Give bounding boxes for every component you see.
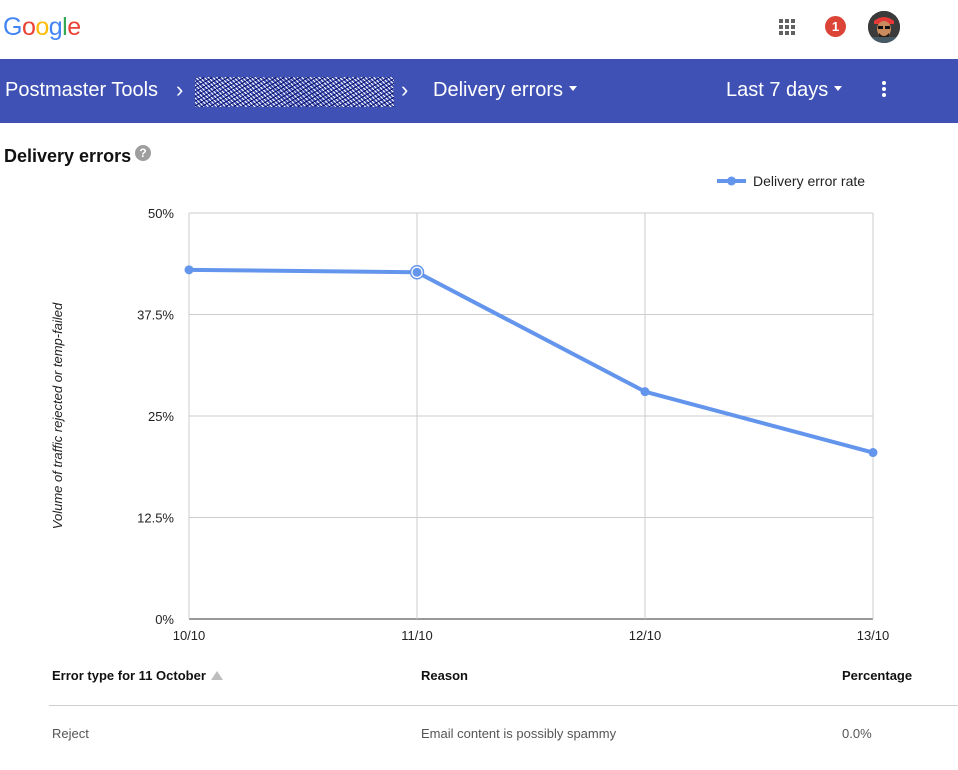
legend-label: Delivery error rate bbox=[753, 173, 865, 189]
x-tick-label: 11/10 bbox=[401, 628, 433, 643]
logo-letter: g bbox=[48, 13, 63, 41]
column-header-percentage[interactable]: Percentage bbox=[842, 668, 912, 683]
column-header-reason[interactable]: Reason bbox=[421, 668, 468, 683]
report-type-label: Delivery errors bbox=[433, 79, 564, 101]
x-tick-label: 13/10 bbox=[857, 628, 890, 643]
logo-letter: G bbox=[3, 13, 22, 41]
x-tick-label: 10/10 bbox=[173, 628, 206, 643]
date-range-label: Last 7 days bbox=[726, 79, 829, 101]
more-vert-icon[interactable] bbox=[880, 81, 888, 101]
domain-selector-redacted[interactable] bbox=[195, 77, 394, 107]
data-point bbox=[868, 448, 878, 458]
x-tick-label: 12/10 bbox=[629, 628, 662, 643]
cell-percentage: 0.0% bbox=[842, 726, 872, 741]
google-bar: Google 1 bbox=[0, 0, 958, 58]
dropdown-arrow-icon bbox=[834, 86, 843, 92]
logo-letter: e bbox=[67, 13, 81, 41]
notification-badge[interactable]: 1 bbox=[825, 16, 846, 37]
cell-error-type: Reject bbox=[52, 726, 89, 741]
y-tick-label: 50% bbox=[148, 206, 174, 221]
breadcrumb-chevron-icon: › bbox=[401, 77, 409, 102]
postmaster-nav-bar: Postmaster Tools › › Delivery errors Las… bbox=[0, 59, 958, 123]
app-title[interactable]: Postmaster Tools bbox=[5, 79, 158, 102]
avatar-image bbox=[868, 11, 900, 43]
logo-letter: o bbox=[21, 13, 36, 41]
google-logo[interactable]: Google bbox=[3, 13, 81, 42]
help-icon[interactable]: ? bbox=[135, 145, 151, 161]
sort-ascending-icon[interactable] bbox=[210, 671, 223, 681]
column-header-error-type[interactable]: Error type for 11 October bbox=[52, 668, 223, 683]
report-type-dropdown[interactable]: Delivery errors bbox=[433, 79, 578, 102]
y-tick-label: 12.5% bbox=[137, 511, 174, 526]
error-type-header-label: Error type for 11 October bbox=[52, 668, 206, 683]
y-axis-label: Volume of traffic rejected or temp-faile… bbox=[50, 302, 65, 529]
delivery-error-chart: 0% 12.5% 25% 37.5% 50% 10/10 11/10 12/10 13/10 Vo… bbox=[50, 173, 890, 643]
data-point bbox=[412, 267, 422, 277]
table-divider bbox=[49, 705, 958, 706]
data-point bbox=[184, 265, 194, 275]
y-tick-label: 0% bbox=[155, 612, 174, 627]
dropdown-arrow-icon bbox=[569, 86, 578, 92]
page-title: Delivery errors bbox=[4, 146, 132, 166]
cell-reason: Email content is possibly spammy bbox=[421, 726, 617, 741]
y-tick-label: 37.5% bbox=[137, 308, 174, 323]
legend-swatch-point bbox=[727, 176, 736, 186]
date-range-dropdown[interactable]: Last 7 days bbox=[726, 79, 843, 102]
breadcrumb-chevron-icon: › bbox=[176, 77, 184, 102]
user-avatar[interactable] bbox=[868, 11, 900, 43]
data-point bbox=[640, 387, 650, 397]
y-tick-label: 25% bbox=[148, 409, 174, 424]
logo-letter: o bbox=[35, 13, 49, 41]
apps-grid-icon[interactable] bbox=[779, 19, 797, 37]
series-line bbox=[188, 267, 874, 455]
